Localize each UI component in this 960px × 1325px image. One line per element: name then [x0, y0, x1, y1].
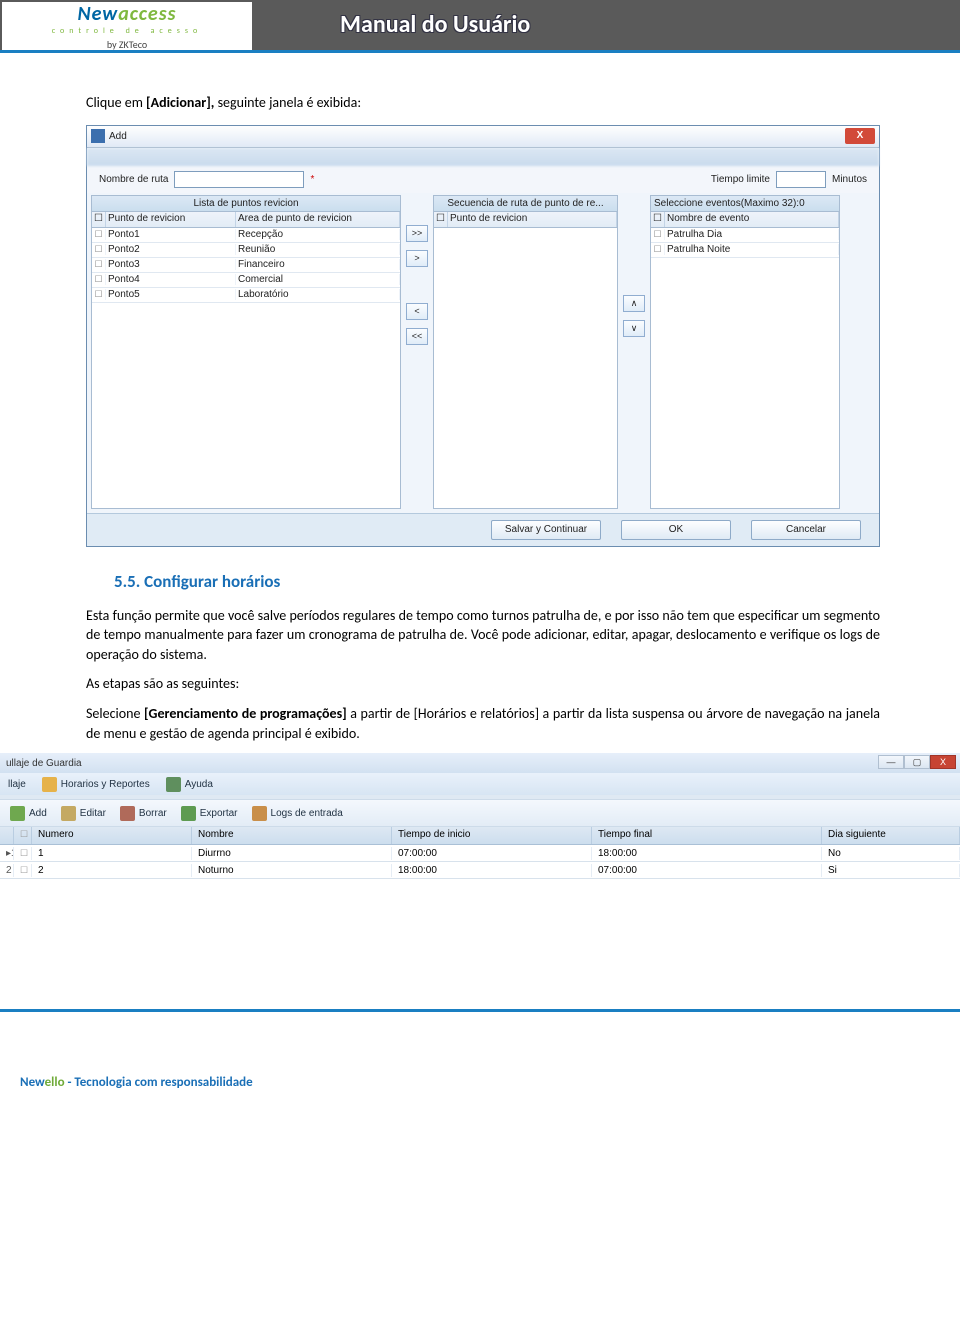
- app-title-text: ullaje de Guardia: [6, 758, 82, 769]
- dialog-title-text: Add: [109, 131, 127, 142]
- col-checkpoint: Punto de revicion: [448, 212, 617, 227]
- input-route-name[interactable]: [174, 171, 304, 188]
- transfer-buttons: >> > < <<: [403, 195, 431, 509]
- list-item[interactable]: ☐Patrulha Dia: [651, 228, 839, 243]
- schedule-app-window: ullaje de Guardia — ▢ X llaje Horarios y…: [0, 753, 960, 879]
- minimize-icon[interactable]: —: [878, 755, 904, 769]
- app-titlebar: ullaje de Guardia — ▢ X: [0, 753, 960, 773]
- col-final: Tiempo final: [592, 827, 822, 844]
- app-icon: [91, 129, 105, 143]
- add-all-button[interactable]: >>: [406, 225, 428, 242]
- page-footer: Newello - Tecnologia com responsabilidad…: [0, 1009, 960, 1101]
- page-title: Manual do Usuário: [340, 10, 530, 39]
- row-checkbox[interactable]: ☐: [14, 864, 32, 877]
- reports-icon: [42, 777, 57, 792]
- para-function-desc: Esta função permite que você salve perío…: [86, 606, 880, 665]
- logs-icon: [252, 806, 267, 821]
- logs-button[interactable]: Logs de entrada: [252, 806, 343, 821]
- table-row[interactable]: 2 ☐ 2 Noturno 18:00:00 07:00:00 Si: [0, 862, 960, 879]
- section-heading: 5.5. Configurar horários: [114, 571, 880, 592]
- close-icon[interactable]: X: [930, 755, 956, 769]
- add-one-button[interactable]: >: [406, 250, 428, 267]
- ok-button[interactable]: OK: [621, 520, 731, 540]
- chk-header[interactable]: ☐: [651, 212, 665, 227]
- logo-access: access: [118, 2, 176, 26]
- list-item[interactable]: ☐Ponto4Comercial: [92, 273, 400, 288]
- menu-llaje[interactable]: llaje: [8, 779, 26, 790]
- grid-header: ☐ Numero Nombre Tiempo de inicio Tiempo …: [0, 827, 960, 845]
- move-down-button[interactable]: ∨: [623, 320, 645, 337]
- remove-all-button[interactable]: <<: [406, 328, 428, 345]
- move-up-button[interactable]: ∧: [623, 295, 645, 312]
- remove-one-button[interactable]: <: [406, 303, 428, 320]
- label-time-limit: Tiempo limite: [711, 174, 770, 185]
- row-marker: ▸1: [0, 847, 14, 860]
- input-time-limit[interactable]: [776, 171, 826, 188]
- label-route-name: Nombre de ruta: [99, 174, 168, 185]
- export-button[interactable]: Exportar: [181, 806, 238, 821]
- delete-button[interactable]: Borrar: [120, 806, 167, 821]
- col-numero: Numero: [32, 827, 192, 844]
- app-menubar: llaje Horarios y Reportes Ayuda: [0, 773, 960, 795]
- col-checkpoint: Punto de revicion: [106, 212, 236, 227]
- para-steps-label: As etapas são as seguintes:: [86, 674, 880, 694]
- export-icon: [181, 806, 196, 821]
- right-panel-header: Seleccione eventos(Maximo 32):0: [651, 196, 839, 212]
- chk-header[interactable]: ☐: [434, 212, 448, 227]
- menu-horarios-reportes[interactable]: Horarios y Reportes: [42, 777, 150, 792]
- footer-tag: - Tecnologia com responsabilidade: [65, 1075, 253, 1090]
- list-item[interactable]: ☐Ponto3Financeiro: [92, 258, 400, 273]
- menu-ayuda[interactable]: Ayuda: [166, 777, 213, 792]
- footer-brand-n: New: [20, 1075, 45, 1090]
- save-continue-button[interactable]: Salvar y Continuar: [491, 520, 601, 540]
- pencil-icon: [61, 806, 76, 821]
- mid-panel-body: [434, 228, 617, 508]
- footer-brand-ello: ello: [45, 1075, 65, 1090]
- events-panel: Seleccione eventos(Maximo 32):0 ☐ Nombre…: [650, 195, 840, 509]
- col-event: Nombre de evento: [665, 212, 839, 227]
- col-area: Area de punto de revicion: [236, 212, 400, 227]
- order-buttons: ∧ ∨: [620, 195, 648, 509]
- logo-by: by ZKTeco: [107, 38, 147, 51]
- help-icon: [166, 777, 181, 792]
- sequence-panel: Secuencia de ruta de punto de re... ☐ Pu…: [433, 195, 618, 509]
- dialog-footer: Salvar y Continuar OK Cancelar: [87, 513, 879, 546]
- mid-panel-header: Secuencia de ruta de punto de re...: [434, 196, 617, 212]
- intro-line: Clique em [Adicionar], seguinte janela é…: [86, 93, 880, 113]
- page-header: Newaccess controle de acesso by ZKTeco M…: [0, 0, 960, 50]
- checkpoints-list-panel: Lista de puntos revicion ☐ Punto de revi…: [91, 195, 401, 509]
- add-dialog: Add X Nombre de ruta * Tiempo limite Min…: [86, 125, 880, 547]
- col-inicio: Tiempo de inicio: [392, 827, 592, 844]
- list-item[interactable]: ☐Ponto1Recepção: [92, 228, 400, 243]
- list-item[interactable]: ☐Ponto5Laboratório: [92, 288, 400, 303]
- edit-button[interactable]: Editar: [61, 806, 106, 821]
- left-panel-header: Lista de puntos revicion: [92, 196, 400, 212]
- add-button[interactable]: Add: [10, 806, 47, 821]
- maximize-icon[interactable]: ▢: [904, 755, 930, 769]
- logo-subtitle: controle de acesso: [52, 26, 203, 36]
- form-row: Nombre de ruta * Tiempo limite Minutos: [87, 166, 879, 193]
- app-toolbar: Add Editar Borrar Exportar Logs de entra…: [0, 799, 960, 827]
- logo-new: New: [78, 2, 119, 26]
- required-asterisk: *: [310, 174, 314, 185]
- list-item[interactable]: ☐Ponto2Reunião: [92, 243, 400, 258]
- list-item[interactable]: ☐Patrulha Noite: [651, 243, 839, 258]
- table-row[interactable]: ▸1 ☐ 1 Diurrno 07:00:00 18:00:00 No: [0, 845, 960, 862]
- label-minutes: Minutos: [832, 174, 867, 185]
- brand-logo: Newaccess controle de acesso by ZKTeco: [2, 2, 252, 50]
- dialog-titlebar: Add X: [87, 126, 879, 148]
- trash-icon: [120, 806, 135, 821]
- para-step-select: Selecione [Gerenciamento de programações…: [86, 704, 880, 743]
- cancel-button[interactable]: Cancelar: [751, 520, 861, 540]
- row-checkbox[interactable]: ☐: [14, 847, 32, 860]
- row-marker: 2: [0, 864, 14, 877]
- close-icon[interactable]: X: [845, 128, 875, 144]
- right-panel-body: ☐Patrulha Dia ☐Patrulha Noite: [651, 228, 839, 508]
- ribbon-blur: [87, 148, 879, 166]
- plus-icon: [10, 806, 25, 821]
- col-nombre: Nombre: [192, 827, 392, 844]
- col-dia-siguiente: Dia siguiente: [822, 827, 960, 844]
- chk-header[interactable]: ☐: [92, 212, 106, 227]
- left-panel-body: ☐Ponto1Recepção ☐Ponto2Reunião ☐Ponto3Fi…: [92, 228, 400, 508]
